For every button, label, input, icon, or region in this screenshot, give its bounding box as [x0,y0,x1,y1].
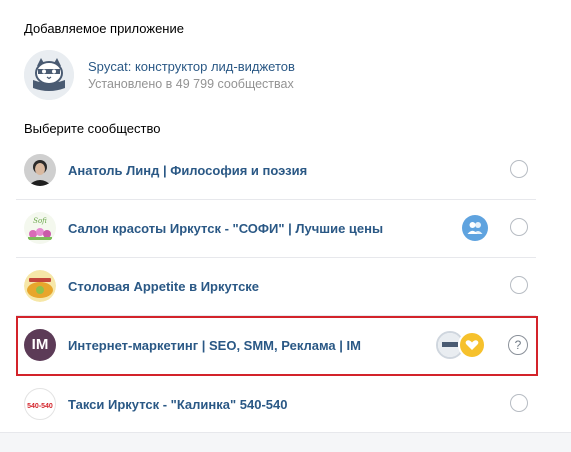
community-row[interactable]: 540-540 Такси Иркутск - "Калинка" 540-54… [16,376,536,434]
community-name[interactable]: Анатоль Линд | Философия и поэзия [68,163,307,178]
svg-text:Sofi: Sofi [33,217,47,225]
app-installs-count: Установлено в 49 799 сообществах [88,77,294,91]
community-name[interactable]: Столовая Appetite в Иркутске [68,279,259,294]
community-row[interactable]: Sofi Салон красоты Иркутск - "СОФИ" | Лу… [16,200,536,258]
community-radio[interactable] [510,394,528,412]
portrait-avatar [24,154,56,186]
modal-footer [0,432,571,452]
group-users-icon [462,215,488,241]
app-name[interactable]: Spycat: конструктор лид-виджетов [88,59,295,74]
community-name[interactable]: Такси Иркутск - "Калинка" 540-540 [68,397,288,412]
appetite-logo-avatar [24,270,56,302]
taxi-logo-avatar: 540-540 [24,388,56,420]
selection-highlight-frame [16,316,538,376]
flowers-avatar: Sofi [24,212,56,244]
community-radio[interactable] [510,276,528,294]
added-app-title: Добавляемое приложение [24,21,184,36]
choose-community-title: Выберите сообщество [24,121,161,136]
community-name[interactable]: Салон красоты Иркутск - "СОФИ" | Лучшие … [68,221,383,236]
community-row[interactable]: Столовая Appetite в Иркутске [16,258,536,316]
added-app-card: Spycat: конструктор лид-виджетов Установ… [24,50,544,100]
taxi-logo-text: 540-540 [27,403,53,410]
community-row[interactable]: Анатоль Линд | Философия и поэзия [16,142,536,200]
cat-mascot-icon [24,50,74,100]
community-radio[interactable] [510,160,528,178]
community-radio[interactable] [510,218,528,236]
